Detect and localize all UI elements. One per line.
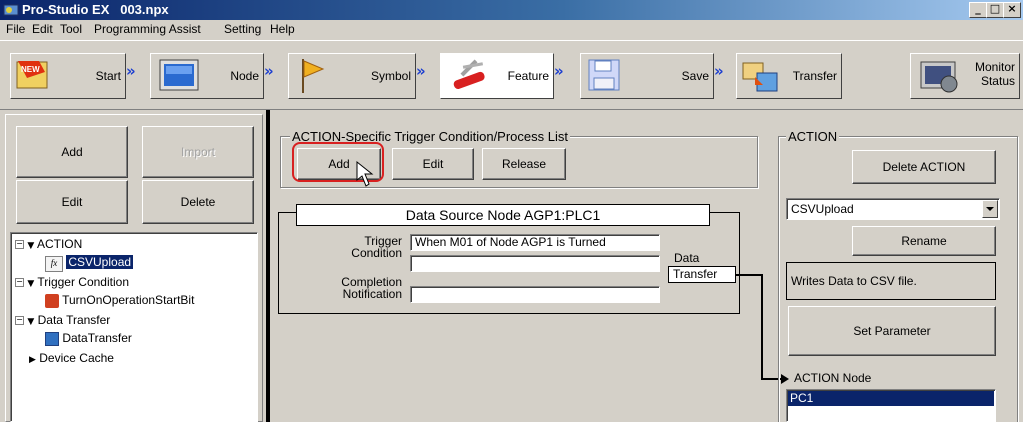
menu-programming-assist[interactable]: Programming Assist [94,22,201,36]
connector-line [736,274,762,276]
delete-button[interactable]: Delete [142,180,254,224]
step-node-button[interactable]: Node [150,53,264,99]
menu-help[interactable]: Help [270,22,295,36]
cursor-icon [356,160,374,187]
trigger-release-button[interactable]: Release [482,148,566,180]
step-transfer-label: Transfer [792,69,837,83]
tree-item-action[interactable]: − ▼ ACTION [15,237,82,251]
monitor-icon [159,59,199,91]
swiss-knife-icon [453,59,485,90]
step-symbol-button[interactable]: Symbol [288,53,416,99]
action-group-title: ACTION [786,129,840,144]
trigger-condition-field-2[interactable] [410,255,660,272]
rename-button[interactable]: Rename [852,226,996,256]
monitor-status-label: Monitor Status [974,60,1015,88]
tree-item-trigger-condition[interactable]: − ▼ Trigger Condition [15,275,129,289]
data-source-title: Data Source Node AGP1:PLC1 [296,204,710,226]
data-label: Data [674,251,700,265]
data-transfer-icon [45,331,59,346]
menu-file[interactable]: File [6,22,25,36]
transfer-icon [742,62,778,92]
step-save-button[interactable]: Save [580,53,714,99]
close-button[interactable]: × [1003,2,1021,18]
tree-item-device-cache[interactable]: ▶ Device Cache [29,351,114,365]
transfer-label: Transfer [668,266,736,283]
action-description: Writes Data to CSV file. [786,262,996,300]
monitor-status-button[interactable]: Monitor Status [910,53,1020,99]
arrow-icon: » [126,62,136,80]
step-start-label: Start [95,69,121,83]
minimize-button[interactable]: _ [969,2,987,18]
dropdown-button[interactable] [982,200,998,218]
import-button[interactable]: Import [142,126,254,178]
action-select[interactable]: CSVUpload [786,198,1000,220]
action-select-value: CSVUpload [791,202,854,216]
menu-setting[interactable]: Setting [224,22,261,36]
flag-icon [302,59,325,93]
collapse-icon[interactable]: − [15,278,24,288]
title-bar[interactable]: Pro-Studio EX 003.npx _ □ × [0,0,1023,20]
trigger-condition-label: Trigger Condition [351,234,402,260]
monitor-status-icon [920,61,958,93]
step-symbol-label: Symbol [370,69,411,83]
action-node-list[interactable]: PC1 [786,389,996,422]
chevron-down-icon [986,207,994,211]
step-node-label: Node [230,69,259,83]
step-transfer-button[interactable]: Transfer [736,53,842,99]
tree-item-datatransfer[interactable]: DataTransfer [45,331,132,346]
tree-item-csvupload[interactable]: fx CSVUpload [45,254,135,272]
arrow-icon: » [554,62,564,80]
add-button[interactable]: Add [16,126,128,178]
arrow-icon: » [416,62,426,80]
connector-line [761,274,763,379]
app-icon [3,4,19,16]
menu-tool[interactable]: Tool [60,22,82,36]
menu-bar: File Edit Tool Programming Assist Settin… [0,20,1023,38]
delete-action-button[interactable]: Delete ACTION [852,150,996,184]
expand-arrow-icon: ▼ [27,279,35,289]
completion-notification-label: Completion Notification [341,275,402,301]
step-feature-button[interactable]: Feature [440,53,554,99]
set-parameter-button[interactable]: Set Parameter [788,306,996,356]
edit-button[interactable]: Edit [16,180,128,224]
action-tree[interactable]: − ▼ ACTION fx CSVUpload − ▼ Trigger Cond… [10,232,258,422]
menu-edit[interactable]: Edit [32,22,53,36]
window-title: Pro-Studio EX 003.npx [22,2,169,17]
maximize-button[interactable]: □ [986,2,1004,18]
splitter[interactable] [266,110,270,422]
floppy-icon [588,59,620,91]
trigger-condition-field[interactable]: When M01 of Node AGP1 is Turned [410,234,660,251]
step-save-label: Save [681,69,709,83]
svg-text:NEW: NEW [21,65,40,74]
trigger-edit-button[interactable]: Edit [392,148,474,180]
arrow-icon: » [264,62,274,80]
function-icon: fx [45,256,63,272]
expand-arrow-icon: ▼ [27,317,35,327]
tree-item-data-transfer[interactable]: − ▼ Data Transfer [15,313,110,327]
step-start-button[interactable]: NEW Start [10,53,126,99]
expand-arrow-icon: ▶ [29,355,36,365]
trigger-icon [45,293,59,308]
action-node-label: ACTION Node [794,371,872,385]
tree-item-turnon-operation[interactable]: TurnOnOperationStartBit [45,293,194,308]
completion-notification-field[interactable] [410,286,660,303]
arrow-icon: » [714,62,724,80]
step-feature-label: Feature [507,69,549,83]
collapse-icon[interactable]: − [15,316,24,326]
collapse-icon[interactable]: − [15,240,24,250]
expand-arrow-icon: ▼ [27,241,35,251]
new-icon: NEW [16,61,48,89]
action-node-item[interactable]: PC1 [788,391,994,406]
